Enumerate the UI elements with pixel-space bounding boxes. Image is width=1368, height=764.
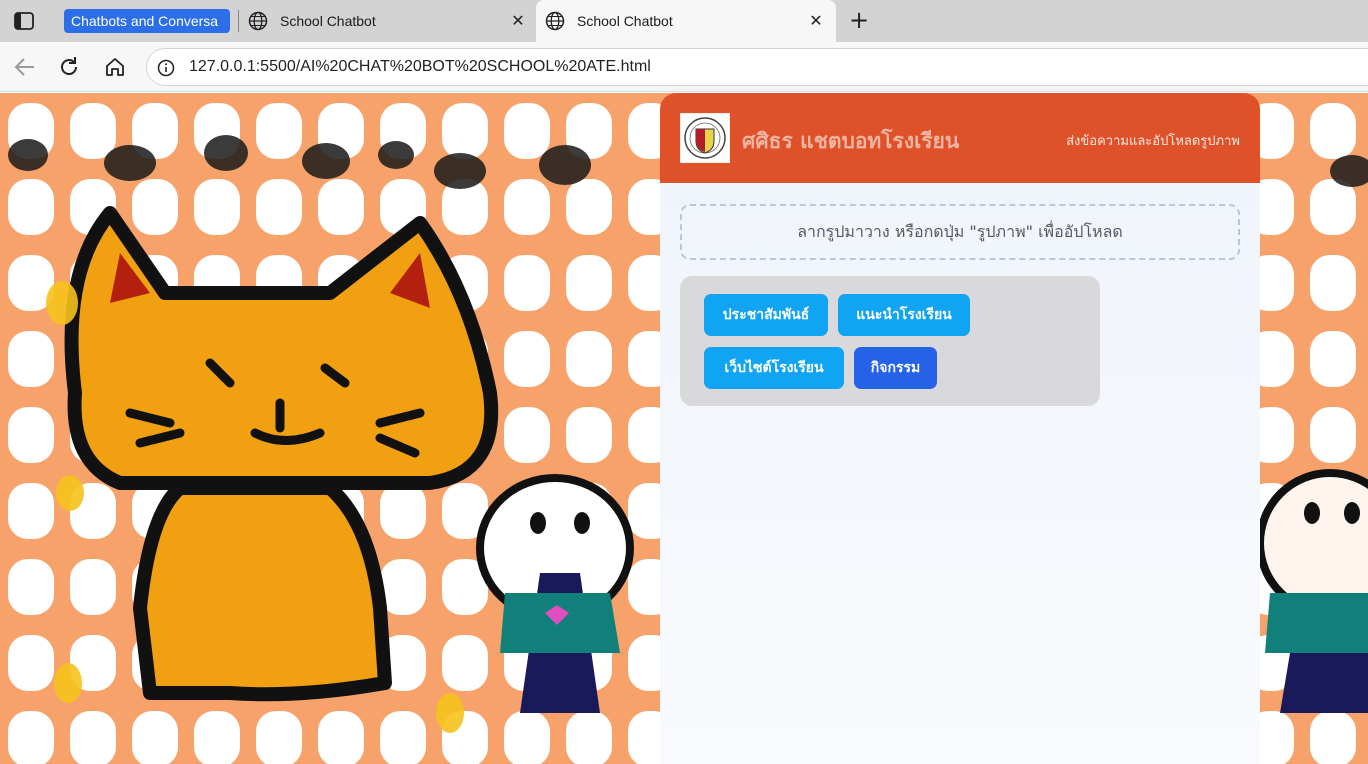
drop-zone-text: ลากรูปมาวาง หรือกดปุ่ม "รูปภาพ" เพื่ออัป… [797,221,1123,241]
pr-button[interactable]: ประชาสัมพันธ์ [704,294,828,336]
tab-title: School Chatbot [577,13,673,29]
chat-header: ศศิธร แชตบอทโรงเรียน ส่งข้อความและอัปโหล… [660,93,1260,183]
globe-icon [545,11,565,31]
image-drop-zone[interactable]: ลากรูปมาวาง หรือกดปุ่ม "รูปภาพ" เพื่ออัป… [680,204,1240,260]
close-icon[interactable]: ✕ [806,11,826,31]
school-website-button[interactable]: เว็บไซต์โรงเรียน [704,347,844,389]
tab-title: School Chatbot [280,13,376,29]
tab-sidebar-icon[interactable] [10,8,38,34]
home-icon[interactable] [102,54,128,80]
activities-button[interactable]: กิจกรรม [854,347,937,389]
tab-school-chatbot-2[interactable]: School Chatbot ✕ [536,0,836,42]
reload-icon[interactable] [56,54,82,80]
quick-reply-box: ประชาสัมพันธ์ แนะนำโรงเรียน เว็บไซต์โรงเ… [680,276,1100,406]
browser-toolbar: 127.0.0.1:5500/AI%20CHAT%20BOT%20SCHOOL%… [0,42,1368,92]
close-icon[interactable]: ✕ [508,11,528,31]
url-text[interactable]: 127.0.0.1:5500/AI%20CHAT%20BOT%20SCHOOL%… [189,58,651,76]
chat-subtitle: ส่งข้อความและอัปโหลดรูปภาพ [1066,134,1240,149]
school-logo [680,113,730,163]
info-icon[interactable] [157,59,175,77]
tab-group-chip[interactable]: Chatbots and Conversa [64,9,230,33]
arrow-left-icon[interactable] [12,54,38,80]
address-bar[interactable]: 127.0.0.1:5500/AI%20CHAT%20BOT%20SCHOOL%… [146,48,1368,86]
browser-tab-bar: Chatbots and Conversa School Chatbot ✕ S… [0,0,1368,42]
page-viewport: ศศิธร แชตบอทโรงเรียน ส่งข้อความและอัปโหล… [0,93,1368,764]
tab-school-chatbot-1[interactable]: School Chatbot ✕ [246,0,532,42]
tab-separator [238,10,239,32]
chat-panel: ศศิธร แชตบอทโรงเรียน ส่งข้อความและอัปโหล… [660,93,1260,764]
plus-icon[interactable]: + [846,8,872,34]
globe-icon [248,11,268,31]
school-intro-button[interactable]: แนะนำโรงเรียน [838,294,970,336]
chat-title: ศศิธร แชตบอทโรงเรียน [742,129,960,153]
